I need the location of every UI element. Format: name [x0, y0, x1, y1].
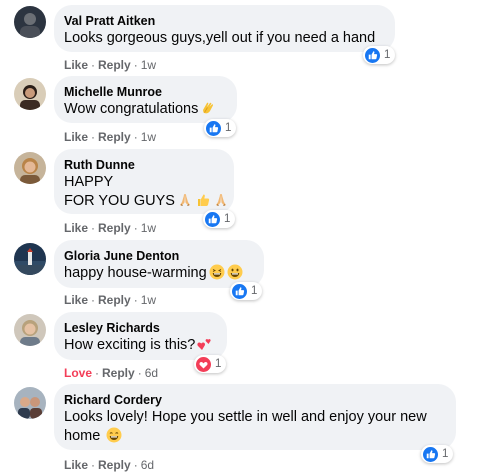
like-icon — [365, 47, 380, 63]
comment-bubble: Richard Cordery Looks lovely! Hope you s… — [54, 384, 456, 450]
like-icon — [206, 120, 221, 136]
reaction-count: 1 — [251, 285, 258, 297]
folded-hands-emoji — [215, 194, 226, 207]
reaction-summary[interactable]: 1 — [230, 282, 263, 300]
comment-text: HAPPY FOR YOU GUYS — [64, 173, 226, 211]
comment-text: Looks gorgeous guys,yell out if you need… — [64, 29, 383, 48]
like-icon — [232, 283, 247, 299]
comment-actions: Like · Reply · 1w — [64, 130, 156, 144]
avatar[interactable] — [14, 314, 46, 346]
two-hearts-emoji — [197, 339, 211, 350]
comment-author[interactable]: Ruth Dunne — [64, 157, 222, 173]
comment-text: Looks lovely! Hope you settle in well an… — [64, 408, 444, 446]
comment-author[interactable]: Richard Cordery — [64, 392, 444, 408]
like-icon — [205, 211, 220, 227]
comment-bubble: Gloria June Denton happy house-warming — [54, 240, 264, 288]
reaction-count: 1 — [225, 122, 232, 134]
comment-actions: Like · Reply · 6d — [64, 458, 154, 472]
comment-timestamp[interactable]: 1w — [141, 221, 156, 235]
love-button[interactable]: Love — [64, 366, 92, 380]
comment-text-content: happy house-warming — [64, 265, 207, 281]
comment-actions: Like · Reply · 1w — [64, 293, 156, 307]
grinning-squinting-face-emoji — [209, 264, 225, 280]
comment-author[interactable]: Val Pratt Aitken — [64, 13, 383, 29]
comment-bubble: Val Pratt Aitken Looks gorgeous guys,yel… — [54, 5, 395, 52]
comment-actions: Love · Reply · 6d — [64, 366, 158, 380]
comment-text-content: home — [64, 428, 101, 444]
reply-button[interactable]: Reply — [98, 58, 131, 72]
separator-dot: · — [133, 458, 138, 472]
comment-text-content: How exciting is this? — [64, 337, 196, 353]
like-button[interactable]: Like — [64, 458, 88, 472]
reaction-count: 1 — [442, 448, 449, 460]
like-button[interactable]: Like — [64, 293, 88, 307]
separator-dot: · — [91, 58, 96, 72]
comment-actions: Like · Reply · 1w — [64, 221, 156, 235]
comment-text: happy house-warming — [64, 264, 252, 283]
comment-author[interactable]: Gloria June Denton — [64, 248, 252, 264]
comment-text-line: Looks lovely! Hope you settle in well an… — [64, 409, 427, 425]
reaction-summary[interactable]: 1 — [204, 119, 237, 137]
comment-bubble: Ruth Dunne HAPPY FOR YOU GUYS — [54, 149, 234, 214]
like-icon — [423, 446, 438, 462]
avatar[interactable] — [14, 243, 46, 275]
separator-dot: · — [91, 293, 96, 307]
thumbs-up-emoji — [197, 194, 210, 206]
love-icon — [196, 356, 211, 372]
avatar[interactable] — [14, 6, 46, 38]
reply-button[interactable]: Reply — [102, 366, 135, 380]
comment-text: Wow congratulations — [64, 100, 225, 119]
separator-dot: · — [133, 293, 138, 307]
separator-dot: · — [137, 366, 142, 380]
separator-dot: · — [91, 458, 96, 472]
comment-text-line: home — [64, 427, 444, 446]
reaction-summary[interactable]: 1 — [194, 355, 227, 373]
comment-text-line: HAPPY — [64, 174, 114, 190]
comment-text: How exciting is this? — [64, 336, 215, 355]
comment-timestamp[interactable]: 1w — [141, 58, 156, 72]
comment-text-line: happy house-warming — [64, 264, 252, 283]
comment-bubble: Michelle Munroe Wow congratulations — [54, 76, 237, 123]
avatar[interactable] — [14, 152, 46, 184]
separator-dot: · — [95, 366, 100, 380]
avatar[interactable] — [14, 78, 46, 110]
comment-author[interactable]: Michelle Munroe — [64, 84, 225, 100]
reaction-count: 1 — [384, 49, 391, 61]
comment-text-line: How exciting is this? — [64, 336, 215, 355]
reaction-summary[interactable]: 1 — [363, 46, 396, 64]
comment-text-line: Looks gorgeous guys,yell out if you need… — [64, 30, 376, 46]
separator-dot: · — [133, 58, 138, 72]
reaction-count: 1 — [224, 213, 231, 225]
comment-timestamp[interactable]: 6d — [141, 458, 154, 472]
comment-timestamp[interactable]: 1w — [141, 130, 156, 144]
avatar[interactable] — [14, 387, 46, 419]
reply-button[interactable]: Reply — [98, 130, 131, 144]
beaming-face-emoji — [106, 427, 122, 443]
separator-dot: · — [91, 221, 96, 235]
clapping-hands-emoji — [203, 102, 214, 114]
like-button[interactable]: Like — [64, 58, 88, 72]
comment-text-content: Wow congratulations — [64, 101, 199, 117]
like-button[interactable]: Like — [64, 130, 88, 144]
folded-hands-emoji — [179, 194, 190, 207]
comment-actions: Like · Reply · 1w — [64, 58, 156, 72]
comment-timestamp[interactable]: 1w — [141, 293, 156, 307]
separator-dot: · — [133, 130, 138, 144]
reaction-count: 1 — [215, 358, 222, 370]
comment-bubble: Lesley Richards How exciting is this? — [54, 312, 227, 360]
reply-button[interactable]: Reply — [98, 458, 131, 472]
grinning-face-emoji — [227, 264, 243, 280]
comment-text-line: FOR YOU GUYS — [64, 192, 226, 211]
like-button[interactable]: Like — [64, 221, 88, 235]
reply-button[interactable]: Reply — [98, 221, 131, 235]
separator-dot: · — [133, 221, 138, 235]
reply-button[interactable]: Reply — [98, 293, 131, 307]
reaction-summary[interactable]: 1 — [203, 210, 236, 228]
comment-timestamp[interactable]: 6d — [145, 366, 158, 380]
comment-author[interactable]: Lesley Richards — [64, 320, 215, 336]
comment-text-line: Wow congratulations — [64, 100, 225, 119]
comment-text-content: FOR YOU GUYS — [64, 193, 175, 209]
reaction-summary[interactable]: 1 — [421, 445, 454, 463]
separator-dot: · — [91, 130, 96, 144]
